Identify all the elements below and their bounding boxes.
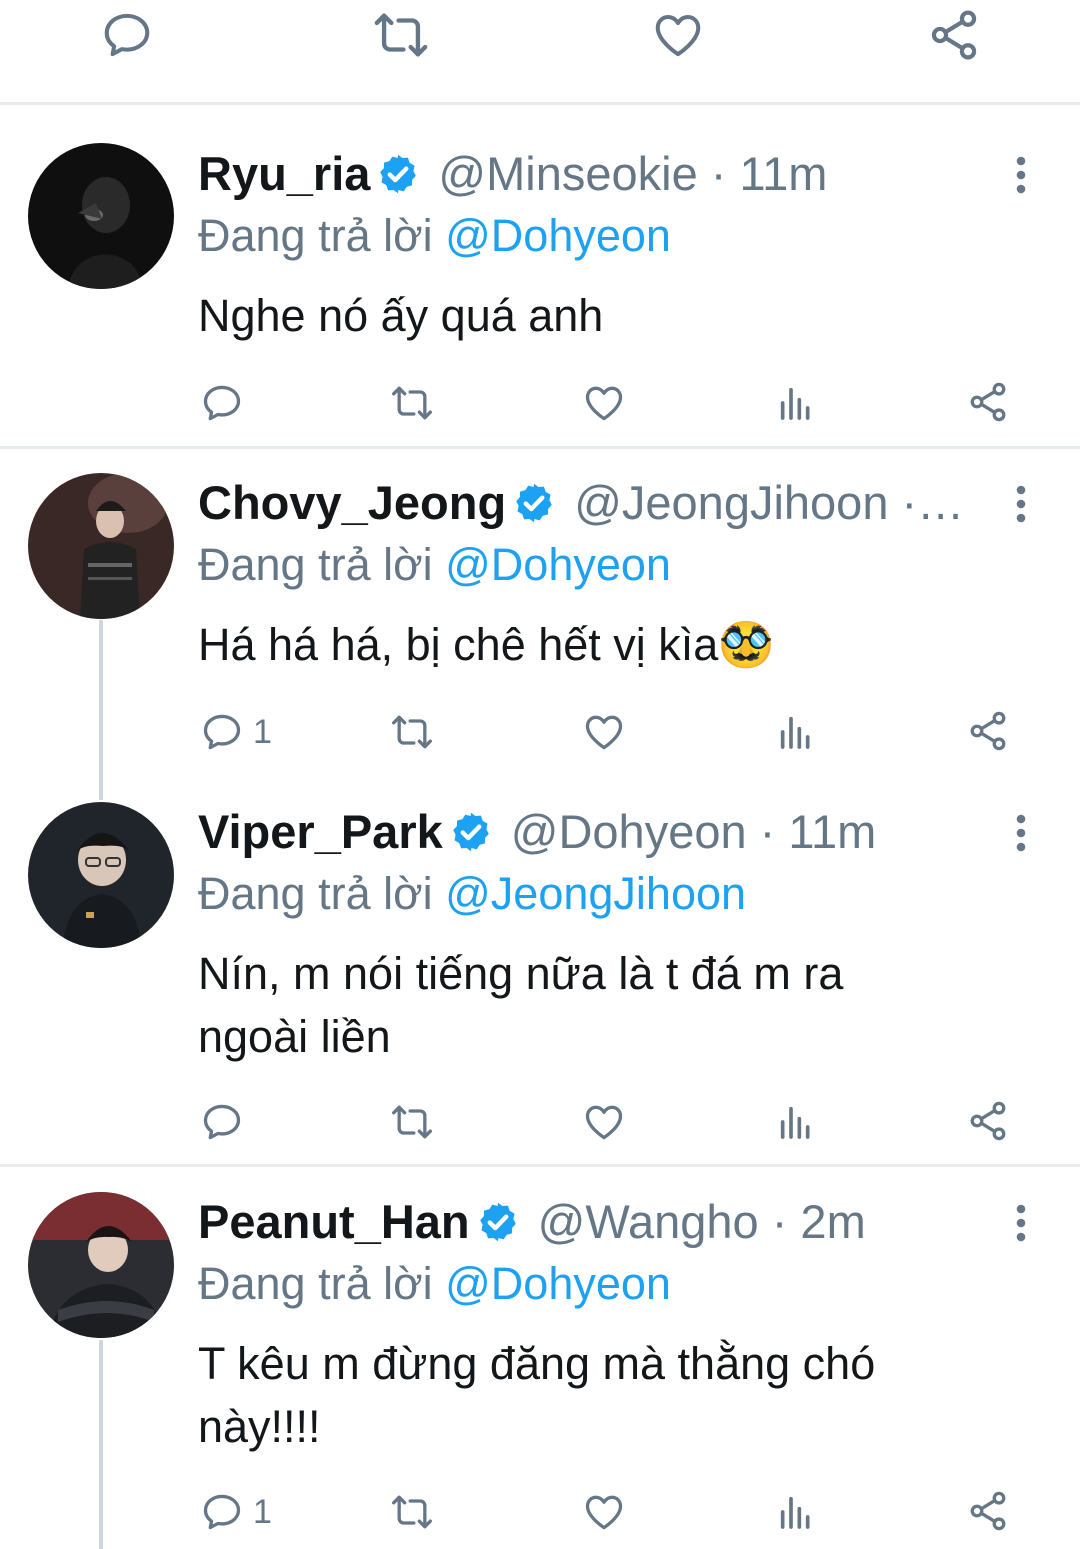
reply-count: 1 xyxy=(253,713,272,751)
more-options-icon[interactable] xyxy=(1008,484,1034,524)
tweet-header: Peanut_Han @Wangho · 2m xyxy=(198,1192,866,1252)
more-options-icon[interactable] xyxy=(1008,813,1034,853)
tweet-text: Nghe nó ấy quá anh xyxy=(198,290,604,341)
analytics-icon[interactable] xyxy=(776,712,816,752)
replying-to: Đang trả lời @Dohyeon xyxy=(198,535,671,595)
analytics-icon[interactable] xyxy=(776,1102,816,1142)
retweet-icon[interactable] xyxy=(388,1490,436,1534)
reply-mention[interactable]: @Dohyeon xyxy=(445,1258,671,1309)
retweet-icon[interactable] xyxy=(388,710,436,754)
avatar[interactable] xyxy=(28,473,174,619)
reply-icon[interactable] xyxy=(200,710,244,754)
reply-icon[interactable] xyxy=(200,381,244,425)
retweet-icon[interactable] xyxy=(388,1100,436,1144)
reply-mention[interactable]: @Dohyeon xyxy=(445,539,671,590)
divider xyxy=(0,446,1080,449)
avatar[interactable] xyxy=(28,143,174,289)
thread-line xyxy=(99,620,103,800)
reply-prefix: Đang trả lời xyxy=(198,1258,433,1309)
tweet-text: T kêu m đừng đăng mà thằng chó này!!!! xyxy=(198,1338,876,1452)
display-name[interactable]: Chovy_Jeong xyxy=(198,473,506,533)
display-name[interactable]: Ryu_ria xyxy=(198,144,370,204)
thread-line xyxy=(99,1340,103,1549)
share-icon[interactable] xyxy=(966,1488,1010,1534)
reply-icon[interactable] xyxy=(200,1100,244,1144)
display-name[interactable]: Peanut_Han xyxy=(198,1192,470,1252)
replying-to: Đang trả lời @Dohyeon xyxy=(198,206,671,266)
display-name[interactable]: Viper_Park xyxy=(198,802,443,862)
analytics-icon[interactable] xyxy=(776,383,816,423)
like-icon[interactable] xyxy=(582,381,626,425)
tweet-header: Chovy_Jeong @JeongJihoon ·… xyxy=(198,473,964,533)
handle: @Wangho · 2m xyxy=(537,1195,866,1248)
tweet-header: Viper_Park @Dohyeon · 11m xyxy=(198,802,876,862)
replying-to: Đang trả lời @Dohyeon xyxy=(198,1254,671,1314)
handle: @JeongJihoon ·… xyxy=(574,476,965,529)
verified-badge-icon xyxy=(376,152,420,196)
divider xyxy=(0,102,1080,105)
reply-icon[interactable] xyxy=(100,8,154,62)
avatar[interactable] xyxy=(28,802,174,948)
more-options-icon[interactable] xyxy=(1008,155,1034,195)
share-icon[interactable] xyxy=(926,6,982,64)
retweet-icon[interactable] xyxy=(370,6,432,64)
reply-prefix: Đang trả lời xyxy=(198,868,433,919)
like-icon[interactable] xyxy=(650,8,706,62)
retweet-icon[interactable] xyxy=(388,381,436,425)
tweet-text: Nín, m nói tiếng nữa là t đá m ra ngoài … xyxy=(198,948,844,1062)
verified-badge-icon xyxy=(512,481,556,525)
tweet-text: Há há há, bị chê hết vị kìa🥸 xyxy=(198,619,775,670)
avatar[interactable] xyxy=(28,1192,174,1338)
reply-prefix: Đang trả lời xyxy=(198,539,433,590)
divider xyxy=(0,1164,1080,1167)
reply-icon[interactable] xyxy=(200,1490,244,1534)
share-icon[interactable] xyxy=(966,1098,1010,1144)
tweet-header: Ryu_ria @Minseokie · 11m xyxy=(198,144,827,204)
reply-prefix: Đang trả lời xyxy=(198,210,433,261)
reply-mention[interactable]: @JeongJihoon xyxy=(445,868,746,919)
share-icon[interactable] xyxy=(966,708,1010,754)
share-icon[interactable] xyxy=(966,379,1010,425)
reply-count: 1 xyxy=(253,1493,272,1531)
verified-badge-icon xyxy=(476,1200,520,1244)
replying-to: Đang trả lời @JeongJihoon xyxy=(198,864,746,924)
like-icon[interactable] xyxy=(582,710,626,754)
like-icon[interactable] xyxy=(582,1100,626,1144)
handle: @Dohyeon · 11m xyxy=(510,805,877,858)
like-icon[interactable] xyxy=(582,1490,626,1534)
verified-badge-icon xyxy=(449,810,493,854)
handle: @Minseokie · 11m xyxy=(438,147,828,200)
reply-mention[interactable]: @Dohyeon xyxy=(445,210,671,261)
more-options-icon[interactable] xyxy=(1008,1203,1034,1243)
analytics-icon[interactable] xyxy=(776,1492,816,1532)
